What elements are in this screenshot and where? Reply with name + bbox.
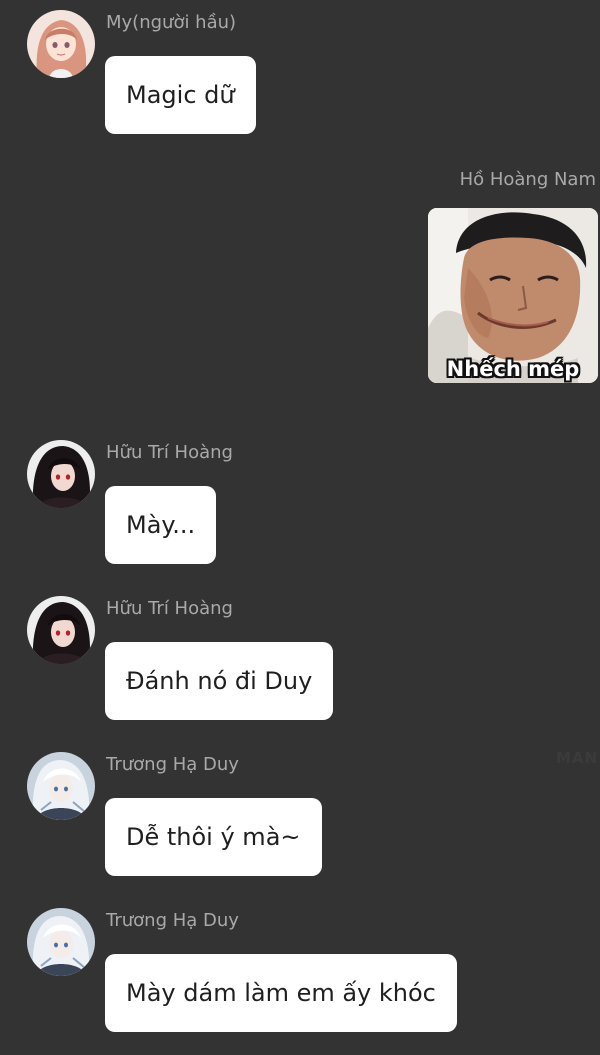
message-bubble[interactable]: Mày... bbox=[105, 486, 217, 564]
anime-boy-dark-avatar-icon bbox=[27, 440, 95, 508]
sticker-caption: Nhếch mép bbox=[446, 357, 580, 381]
message-bubble[interactable]: Mày dám làm em ấy khóc bbox=[105, 954, 457, 1032]
sender-name: My(người hầu) bbox=[106, 12, 237, 33]
watermark: MAN bbox=[556, 749, 599, 767]
message-bubble[interactable]: Dễ thôi ý mà~ bbox=[105, 798, 322, 876]
avatar[interactable] bbox=[27, 752, 95, 820]
avatar[interactable] bbox=[27, 596, 95, 664]
sender-name: Hồ Hoàng Nam bbox=[459, 169, 596, 190]
message-bubble[interactable]: Đánh nó đi Duy bbox=[105, 642, 334, 720]
anime-boy-white-avatar-icon bbox=[27, 908, 95, 976]
avatar[interactable] bbox=[27, 908, 95, 976]
avatar[interactable] bbox=[27, 440, 95, 508]
message-bubble[interactable]: Magic dữ bbox=[105, 56, 256, 134]
anime-girl-avatar-icon bbox=[27, 10, 95, 78]
avatar[interactable] bbox=[27, 10, 95, 78]
anime-boy-white-avatar-icon bbox=[27, 752, 95, 820]
sender-name: Hữu Trí Hoàng bbox=[106, 598, 233, 619]
sender-name: Hữu Trí Hoàng bbox=[106, 442, 233, 463]
anime-boy-dark-avatar-icon bbox=[27, 596, 95, 664]
sticker-image[interactable]: Nhếch mép bbox=[428, 208, 598, 383]
sender-name: Trương Hạ Duy bbox=[106, 910, 239, 931]
sender-name: Trương Hạ Duy bbox=[106, 754, 239, 775]
